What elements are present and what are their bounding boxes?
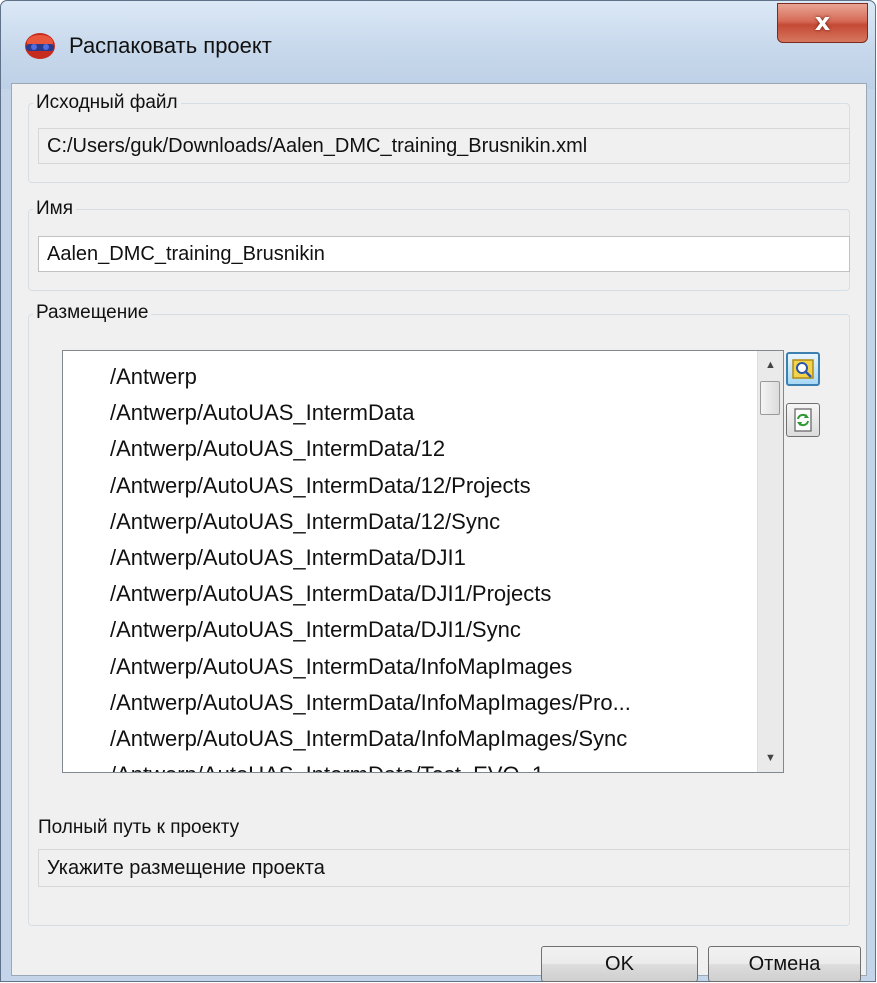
list-item[interactable]: /Antwerp/AutoUAS_IntermData/InfoMapImage… xyxy=(63,685,757,721)
scroll-up-arrow-icon[interactable]: ▲ xyxy=(758,351,783,379)
list-item[interactable]: /Antwerp/AutoUAS_IntermData/12 xyxy=(63,431,757,467)
list-item[interactable]: /Antwerp/AutoUAS_IntermData/DJI1/Project… xyxy=(63,576,757,612)
title-bar[interactable]: Распаковать проект x xyxy=(1,1,875,89)
list-item[interactable]: /Antwerp/AutoUAS_IntermData/DJI1/Sync xyxy=(63,612,757,648)
browse-folder-button[interactable] xyxy=(786,352,820,386)
close-icon: x xyxy=(814,8,831,36)
refresh-icon xyxy=(794,408,812,432)
close-button[interactable]: x xyxy=(777,3,868,43)
list-item[interactable]: /Antwerp/AutoUAS_IntermData xyxy=(63,395,757,431)
placement-label: Размещение xyxy=(33,302,152,324)
placement-list-scrollbar[interactable]: ▲ ▼ xyxy=(757,351,783,772)
refresh-button[interactable] xyxy=(786,403,820,437)
list-item[interactable]: /Antwerp/AutoUAS_IntermData/12/Projects xyxy=(63,468,757,504)
ok-button[interactable]: OK xyxy=(541,946,698,982)
placement-list-items: /Antwerp /Antwerp/AutoUAS_IntermData /An… xyxy=(63,351,757,772)
list-item[interactable]: /Antwerp/AutoUAS_IntermData/DJI1 xyxy=(63,540,757,576)
dialog-body: Исходный файл C:/Users/guk/Downloads/Aal… xyxy=(11,83,867,982)
scroll-down-arrow-icon[interactable]: ▼ xyxy=(758,744,783,772)
list-item[interactable]: /Antwerp/AutoUAS_IntermData/12/Sync xyxy=(63,504,757,540)
list-item[interactable]: /Antwerp/AutoUAS_IntermData/Test_EVO_1 xyxy=(63,757,757,772)
unpack-project-dialog: Распаковать проект x Исходный файл C:/Us… xyxy=(0,0,876,982)
name-input[interactable]: Aalen_DMC_training_Brusnikin xyxy=(38,236,850,272)
cancel-button[interactable]: Отмена xyxy=(708,946,861,982)
list-item[interactable]: /Antwerp xyxy=(63,359,757,395)
folder-search-icon xyxy=(792,359,814,379)
list-item[interactable]: /Antwerp/AutoUAS_IntermData/InfoMapImage… xyxy=(63,721,757,757)
placement-list[interactable]: /Antwerp /Antwerp/AutoUAS_IntermData /An… xyxy=(62,350,784,773)
source-file-field: C:/Users/guk/Downloads/Aalen_DMC_trainin… xyxy=(38,128,850,164)
list-item[interactable]: /Antwerp/AutoUAS_IntermData/InfoMapImage… xyxy=(63,649,757,685)
name-label: Имя xyxy=(33,198,77,220)
scrollbar-thumb[interactable] xyxy=(760,381,780,415)
full-path-field: Укажите размещение проекта xyxy=(38,849,850,887)
full-path-label: Полный путь к проекту xyxy=(38,817,240,838)
source-file-label: Исходный файл xyxy=(33,92,181,114)
app-logo-icon xyxy=(25,33,55,59)
window-title: Распаковать проект xyxy=(69,33,272,58)
